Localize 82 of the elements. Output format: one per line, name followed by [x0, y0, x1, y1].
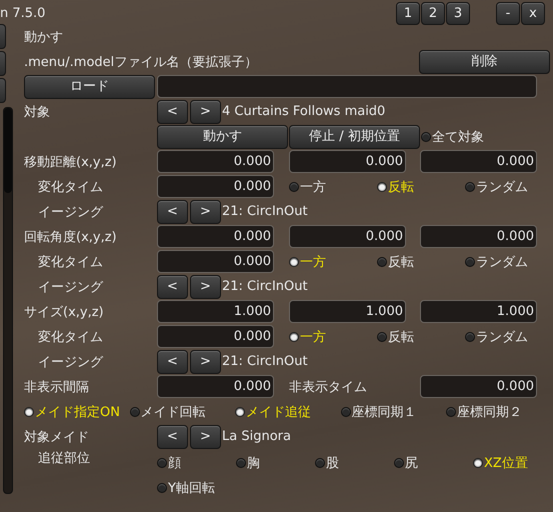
- field-label: イージング: [37, 204, 104, 220]
- number-field[interactable]: 0.000: [289, 150, 406, 173]
- section-heading: 動かす: [24, 28, 64, 46]
- field-label: 非表示間隔: [24, 378, 90, 396]
- radio-button[interactable]: 尻: [394, 454, 473, 472]
- window-button[interactable]: 2: [421, 2, 445, 25]
- number-field[interactable]: 0.000: [289, 225, 406, 248]
- radio-button[interactable]: ランダム: [465, 252, 553, 270]
- delete-button[interactable]: 削除: [419, 50, 550, 74]
- selected-value: 21: CircInOut: [222, 204, 308, 219]
- number-field[interactable]: 0.000: [157, 225, 274, 248]
- field-label: 変化タイム: [37, 254, 104, 270]
- number-field[interactable]: 0.000: [420, 150, 537, 173]
- number-field[interactable]: 0.000: [420, 225, 537, 248]
- previous-button[interactable]: <: [157, 100, 188, 124]
- radio-button[interactable]: 顔: [157, 454, 236, 472]
- input-field[interactable]: [157, 75, 537, 98]
- previous-button[interactable]: <: [157, 200, 188, 224]
- radio-button[interactable]: メイド回転: [130, 402, 235, 420]
- number-field[interactable]: 0.000: [157, 375, 274, 398]
- action-button[interactable]: 動かす: [157, 124, 288, 148]
- radio-button[interactable]: 反転: [377, 252, 465, 270]
- radio-button[interactable]: 反転: [377, 178, 465, 196]
- number-field[interactable]: 0.000: [157, 250, 274, 273]
- field-label: 追従部位: [37, 450, 91, 467]
- radio-button[interactable]: 座標同期１: [340, 402, 446, 420]
- selected-value: 21: CircInOut: [222, 354, 308, 369]
- side-button[interactable]: [0, 51, 6, 76]
- radio-button[interactable]: XZ位置: [473, 454, 552, 472]
- next-button[interactable]: >: [190, 274, 221, 298]
- selected-value: 21: CircInOut: [222, 279, 308, 294]
- next-button[interactable]: >: [190, 350, 221, 374]
- radio-button[interactable]: メイド追従: [235, 402, 340, 420]
- field-label: 移動距離(x,y,z): [24, 154, 118, 170]
- radio-button[interactable]: 股: [315, 454, 394, 472]
- radio-button[interactable]: ランダム: [465, 328, 553, 346]
- number-field[interactable]: 0.000: [157, 150, 274, 173]
- radio-button[interactable]: 座標同期２: [446, 402, 552, 420]
- number-field[interactable]: 0.000: [157, 325, 274, 348]
- radio-button[interactable]: 一方: [289, 328, 377, 346]
- number-field[interactable]: 1.000: [420, 300, 537, 323]
- load-button[interactable]: ロード: [24, 74, 155, 98]
- field-label: 非表示タイム: [289, 378, 368, 396]
- radio-button[interactable]: Y軸回転: [157, 479, 236, 497]
- previous-button[interactable]: <: [157, 424, 188, 448]
- previous-button[interactable]: <: [157, 350, 188, 374]
- side-button[interactable]: [0, 24, 6, 49]
- side-button[interactable]: [0, 78, 6, 103]
- window-button[interactable]: 3: [446, 2, 470, 25]
- radio-button[interactable]: 一方: [289, 252, 377, 270]
- radio-button[interactable]: 一方: [289, 178, 377, 196]
- field-label: 対象: [24, 104, 51, 120]
- window-title: n 7.5.0: [0, 4, 46, 20]
- scrollbar[interactable]: [3, 107, 13, 494]
- window-button[interactable]: x: [521, 2, 545, 25]
- number-field[interactable]: 1.000: [157, 300, 274, 323]
- radio-button[interactable]: メイド指定ON: [24, 402, 130, 420]
- selected-value: La Signora: [222, 429, 291, 444]
- radio-button[interactable]: 全て対象: [421, 128, 484, 146]
- next-button[interactable]: >: [190, 424, 221, 448]
- previous-button[interactable]: <: [157, 274, 188, 298]
- field-label: .menu/.modelファイル名（要拡張子）: [24, 54, 258, 70]
- field-label: イージング: [37, 354, 104, 370]
- number-field[interactable]: 0.000: [157, 175, 274, 198]
- window-button[interactable]: -: [496, 2, 520, 25]
- number-field[interactable]: 1.000: [289, 300, 406, 323]
- action-button[interactable]: 停止 / 初期位置: [289, 124, 420, 148]
- field-label: 変化タイム: [37, 178, 104, 196]
- field-label: 変化タイム: [37, 328, 104, 346]
- radio-button[interactable]: 胸: [236, 454, 315, 472]
- next-button[interactable]: >: [190, 200, 221, 224]
- number-field[interactable]: 0.000: [420, 375, 537, 398]
- field-label: 回転角度(x,y,z): [24, 228, 118, 246]
- selected-value: 4 Curtains Follows maid0: [222, 104, 386, 119]
- field-label: イージング: [37, 278, 104, 296]
- field-label: サイズ(x,y,z): [24, 304, 105, 320]
- radio-button[interactable]: ランダム: [465, 178, 553, 196]
- window-button[interactable]: 1: [396, 2, 420, 25]
- field-label: 対象メイド: [24, 428, 90, 446]
- radio-button[interactable]: 反転: [377, 328, 465, 346]
- scroll-thumb[interactable]: [4, 108, 12, 193]
- next-button[interactable]: >: [190, 100, 221, 124]
